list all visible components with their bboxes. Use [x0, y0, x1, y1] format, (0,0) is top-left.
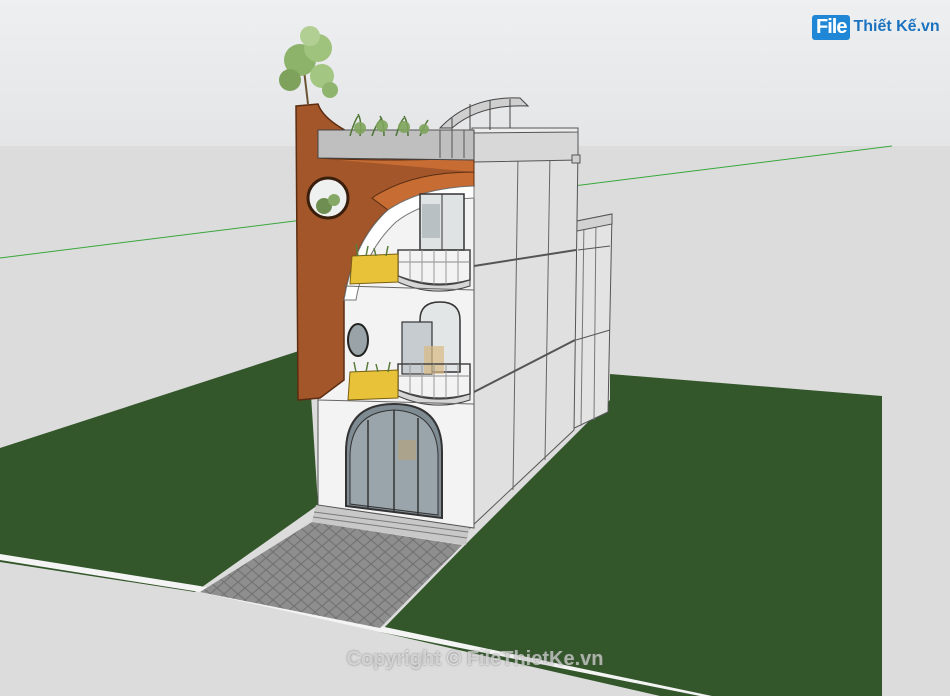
architecture-render — [0, 0, 950, 696]
logo-text: Thiết Kế.vn — [853, 18, 940, 35]
logo-box: File — [812, 14, 851, 40]
planter-lower — [347, 369, 399, 401]
copyright-watermark: Copyright © FileThietKe.vn — [346, 648, 604, 670]
sky — [0, 0, 950, 146]
site-logo: File Thiết Kế.vn — [812, 12, 940, 42]
house-model-svg — [0, 0, 950, 696]
oval-window — [347, 323, 369, 357]
planter-upper — [349, 253, 399, 285]
